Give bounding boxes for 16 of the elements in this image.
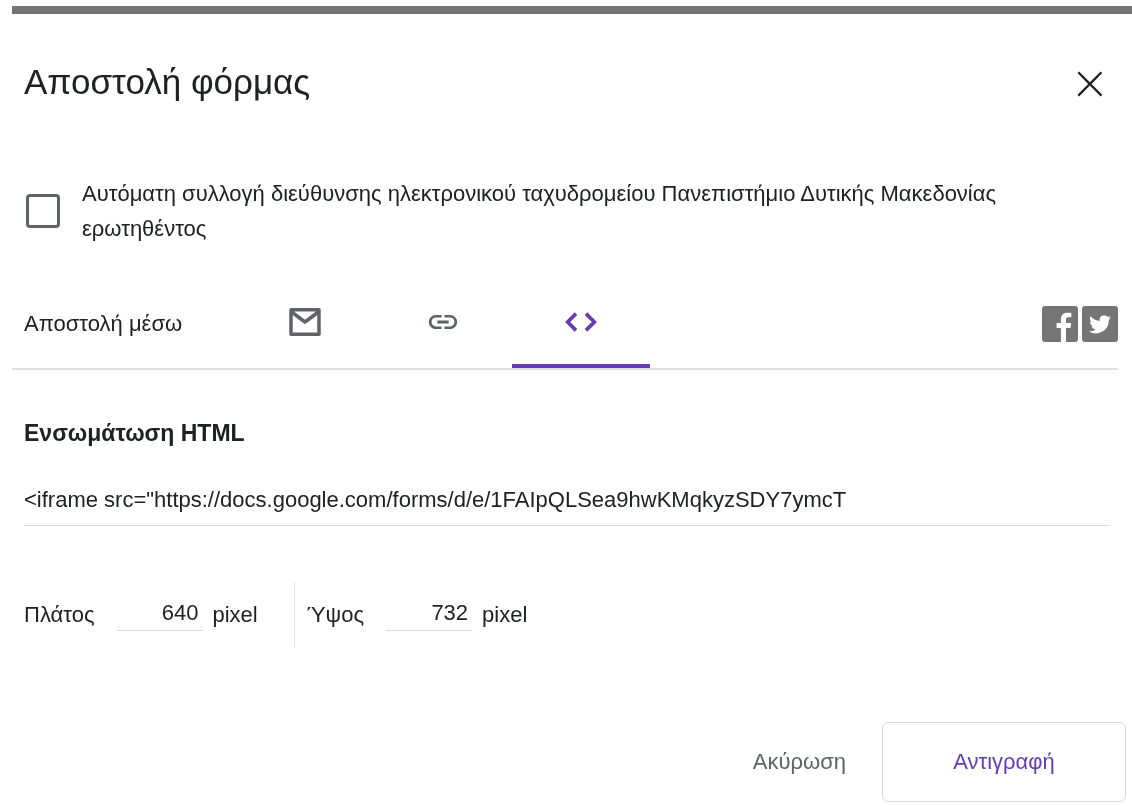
dialog-title: Αποστολή φόρμας [24, 62, 311, 102]
width-field[interactable]: 640 [116, 599, 203, 631]
twitter-button[interactable] [1082, 306, 1118, 342]
embed-code-field[interactable]: <iframe src="https://docs.google.com/forms/d/e/1FAIpQLSea9hwKMqkyzSDY7ymcT [24, 487, 1110, 526]
width-label: Πλάτος [24, 602, 95, 628]
height-field[interactable]: 732 [386, 599, 473, 631]
send-via-label: Αποστολή μέσω [23, 311, 184, 337]
copy-button[interactable]: Αντιγραφή [882, 722, 1126, 802]
checkbox-label: Αυτόματη συλλογή διεύθυνσης ηλεκτρονικού ταχυδρομείου Πανεπιστήμιο Δυτικής Μακεδονίας ερωτηθέντος [82, 180, 998, 243]
section-heading: Ενσωμάτωση HTML [24, 420, 246, 447]
height-label: Ύψος [306, 602, 365, 628]
facebook-button[interactable] [1042, 306, 1078, 342]
checkbox[interactable] [26, 194, 60, 228]
unit-label: pixel [212, 602, 258, 628]
close-button[interactable]: × [1069, 58, 1110, 106]
unit-label: pixel [482, 602, 528, 628]
